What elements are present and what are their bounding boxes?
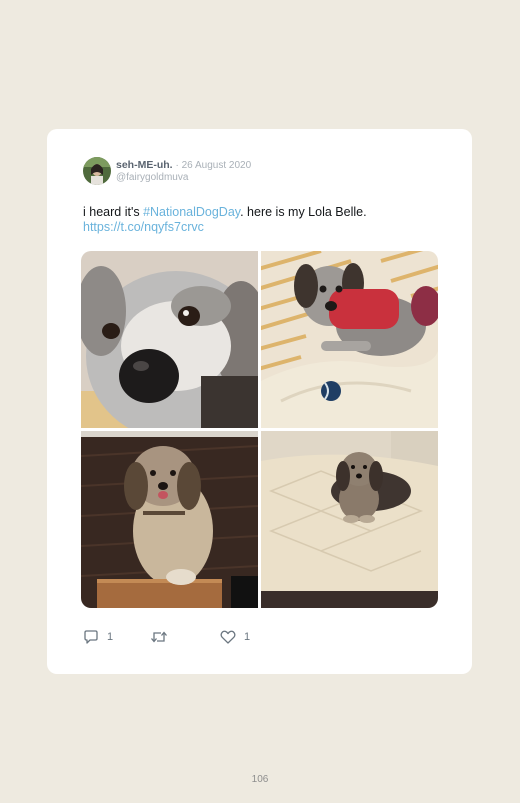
tweet-card: seh-ME-uh. · 26 August 2020 @fairygoldmu… <box>47 129 472 674</box>
reply-count: 1 <box>107 631 114 643</box>
dog-photo-bed[interactable] <box>261 431 438 608</box>
dog-photo-standing[interactable] <box>81 431 258 608</box>
like-count: 1 <box>244 631 251 643</box>
retweet-button[interactable] <box>150 629 176 645</box>
display-name[interactable]: seh-ME-uh. · 26 August 2020 <box>116 159 251 171</box>
reply-icon <box>84 630 98 644</box>
heart-icon <box>220 630 236 644</box>
dog-photo-harness[interactable] <box>261 251 438 428</box>
user-handle[interactable]: @fairygoldmuva <box>116 172 188 183</box>
tweet-url-link[interactable]: https://t.co/nqyfs7crvc <box>83 220 204 234</box>
avatar[interactable] <box>83 157 111 185</box>
display-name-text[interactable]: seh-ME-uh. <box>116 159 173 171</box>
hashtag-link[interactable]: #NationalDogDay <box>143 205 240 219</box>
media-grid <box>81 251 438 608</box>
dog-photo-closeup[interactable] <box>81 251 258 428</box>
tweet-text-end: . here is my Lola Belle. <box>240 205 367 219</box>
retweet-icon <box>151 631 167 643</box>
tweet-date[interactable]: · 26 August 2020 <box>176 160 252 171</box>
tweet-actions: 1 1 <box>83 629 283 647</box>
tweet-text: i heard it's #NationalDogDay. here is my… <box>83 205 443 235</box>
like-button[interactable]: 1 <box>220 629 250 645</box>
tweet-text-start: i heard it's <box>83 205 144 219</box>
reply-button[interactable]: 1 <box>83 629 113 645</box>
page-number: 106 <box>251 774 269 785</box>
